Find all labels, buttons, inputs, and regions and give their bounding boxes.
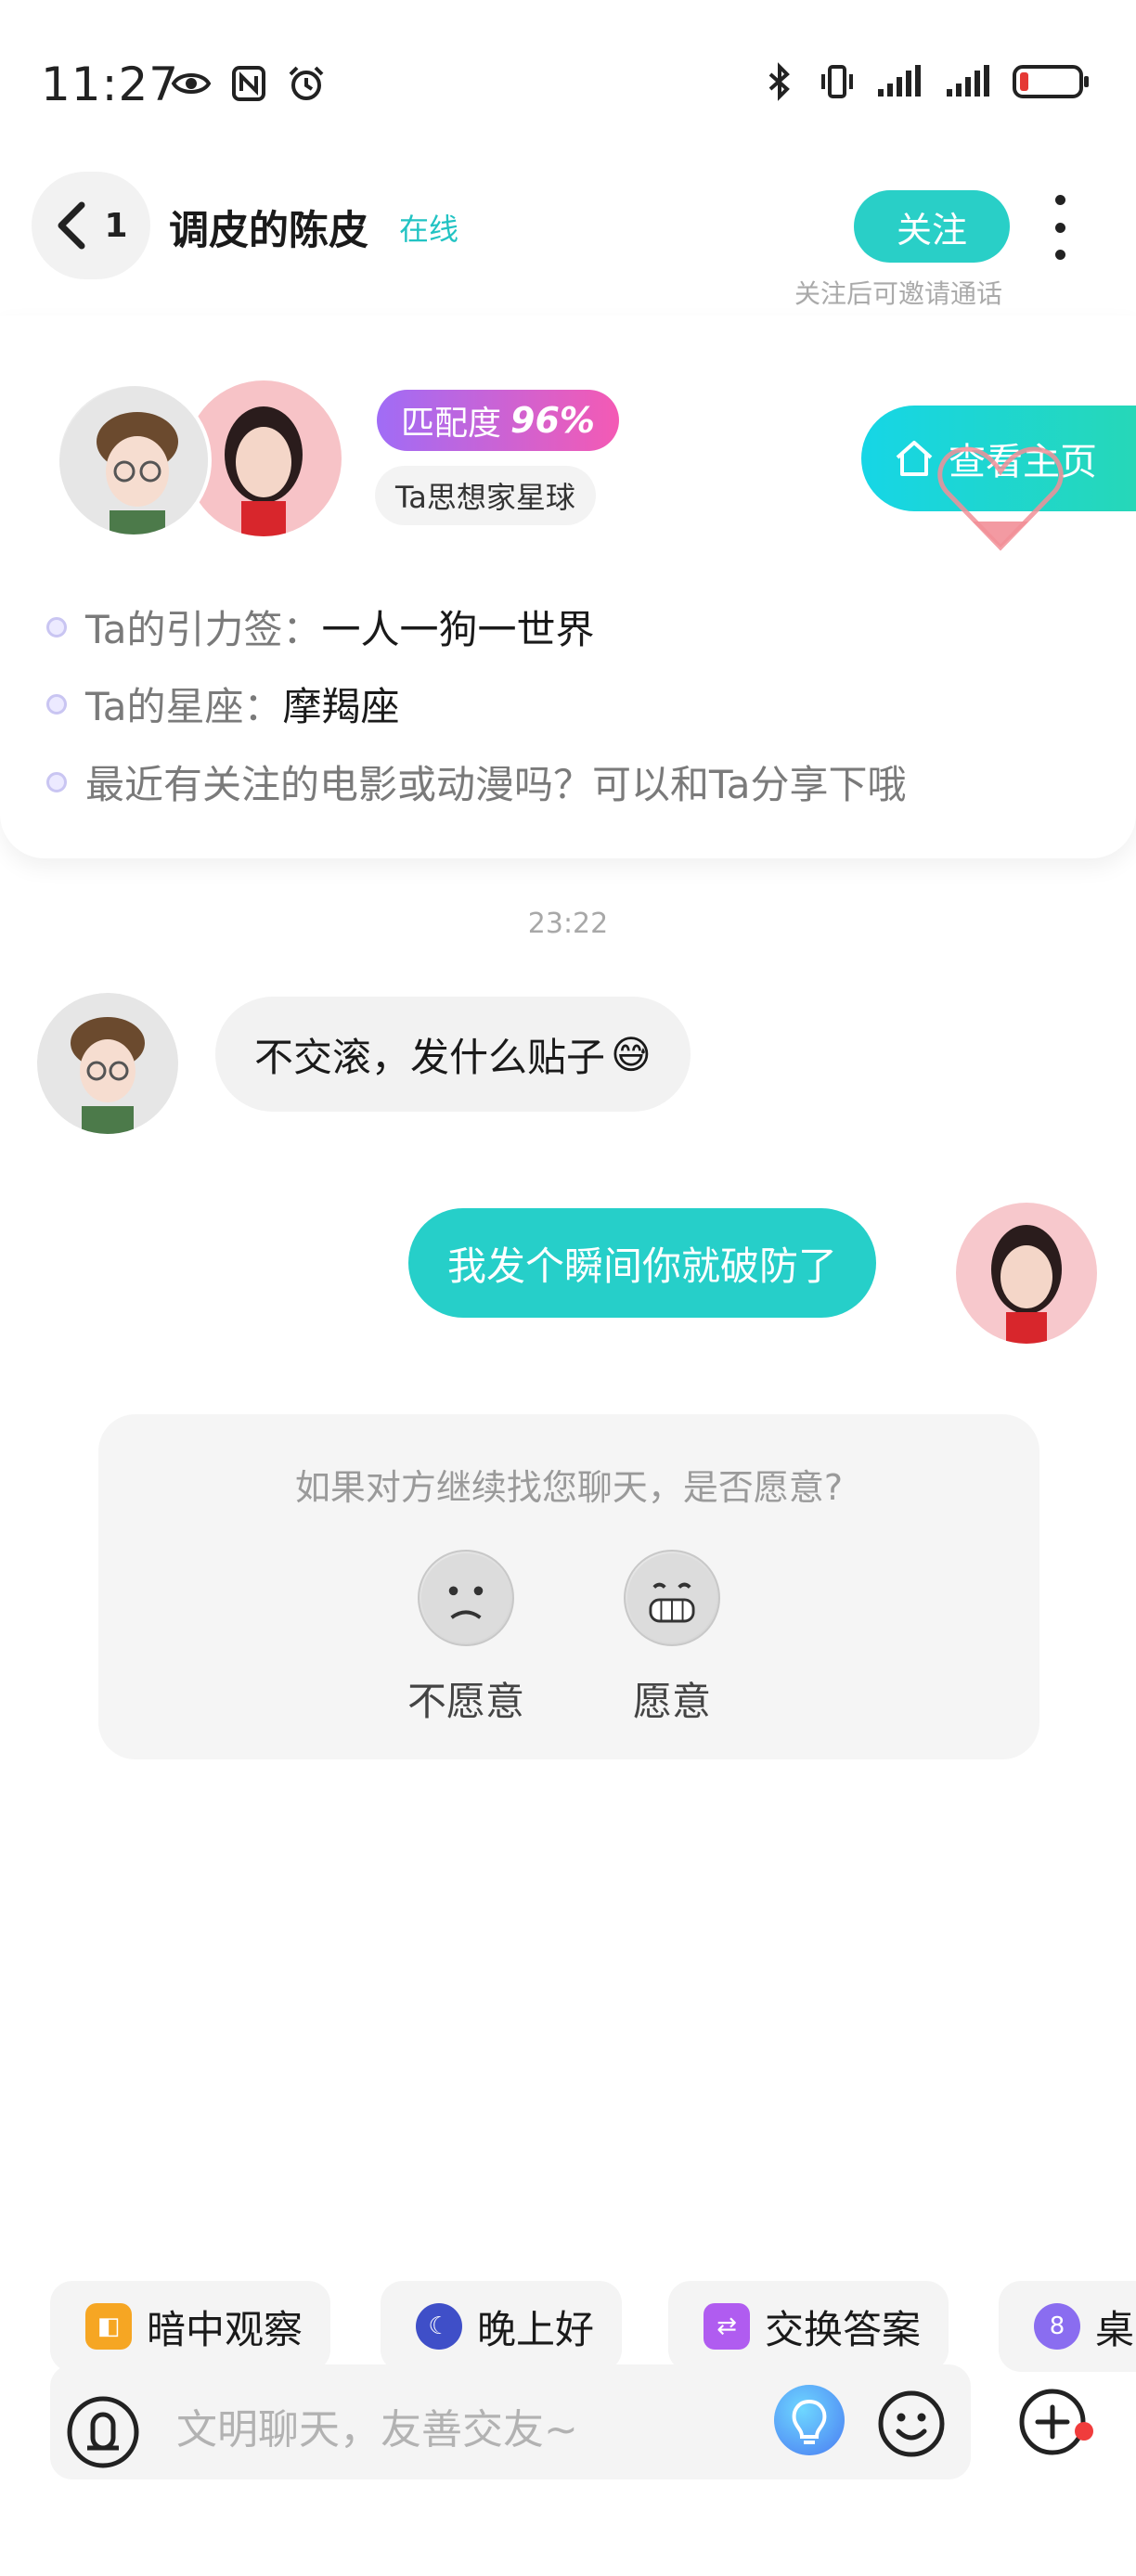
- online-status: 在线: [399, 212, 459, 247]
- signal-icon: [878, 65, 921, 97]
- heart-icon: [937, 446, 1064, 551]
- quick-reply-good-evening[interactable]: ☾ 晚上好: [381, 2281, 623, 2372]
- alarm-icon: [289, 66, 324, 100]
- vibrate-icon: [821, 65, 853, 98]
- eight-ball-icon: 8: [1034, 2303, 1080, 2350]
- grin-face-icon: [624, 1550, 720, 1646]
- nfc-icon: [232, 66, 265, 101]
- bullet-icon: [46, 771, 67, 792]
- message-text: 我发个瞬间你就破防了: [447, 1243, 838, 1289]
- match-badge: 匹配度 96%: [377, 390, 619, 451]
- battery-low-icon: [1013, 65, 1089, 98]
- chat-partner-name: 调皮的陈皮: [169, 208, 368, 254]
- quick-reply-label: 晚上好: [477, 2306, 595, 2352]
- message-timestamp: 23:22: [527, 908, 609, 940]
- unread-count: 1: [104, 206, 128, 245]
- info-row-tag: Ta的引力签： 一人一狗一世界: [46, 599, 594, 655]
- bullet-icon: [46, 616, 67, 638]
- partner-avatar[interactable]: [37, 993, 178, 1134]
- planet-tag: Ta思想家星球: [375, 466, 596, 525]
- moon-icon: ☾: [416, 2303, 462, 2350]
- sweat-smile-emoji: 😅: [611, 1031, 652, 1077]
- bluetooth-icon: [768, 62, 790, 101]
- message-bubble-received[interactable]: 不交滚，发什么贴子 😅: [215, 997, 691, 1112]
- info-key: Ta的引力签：: [85, 607, 322, 652]
- add-attachment-icon[interactable]: [1017, 2387, 1088, 2457]
- willing-option[interactable]: [624, 1550, 720, 1650]
- bullet-icon: [46, 693, 67, 715]
- info-row-zodiac: Ta的星座： 摩羯座: [46, 676, 399, 732]
- quick-reply-label: 暗中观察: [147, 2306, 303, 2352]
- info-value: 一人一狗一世界: [321, 607, 595, 652]
- home-icon: [896, 441, 933, 476]
- message-input[interactable]: 文明聊天，友善交友~: [176, 2396, 578, 2455]
- quick-reply-swap-answers[interactable]: ⇄ 交换答案: [668, 2281, 949, 2372]
- quick-reply-peek[interactable]: ◧ 暗中观察: [50, 2281, 331, 2372]
- status-time: 11:27: [41, 58, 180, 111]
- follow-hint: 关注后可邀请通话: [794, 278, 1003, 309]
- peek-cat-icon: ◧: [85, 2303, 132, 2350]
- unwilling-label[interactable]: 不愿意: [373, 1670, 559, 1727]
- avatar-pair: [56, 380, 353, 538]
- voice-toggle-icon[interactable]: [65, 2394, 141, 2470]
- signal-icon: [947, 65, 989, 97]
- notification-dot: [1075, 2422, 1093, 2441]
- quick-reply-table[interactable]: 8 桌: [999, 2281, 1136, 2372]
- status-icons-left: [171, 63, 327, 104]
- more-options-icon[interactable]: [1041, 195, 1078, 260]
- info-row-prompt: 最近有关注的电影或动漫吗？可以和Ta分享下哦: [46, 753, 906, 810]
- match-value: 96%: [510, 400, 595, 441]
- info-key: Ta的星座：: [85, 684, 283, 729]
- emoji-icon[interactable]: [876, 2389, 947, 2459]
- message-bubble-sent[interactable]: 我发个瞬间你就破防了: [408, 1208, 877, 1318]
- match-label: 匹配度: [401, 405, 502, 443]
- info-value: 摩羯座: [282, 684, 400, 729]
- quick-reply-label: 桌: [1095, 2306, 1135, 2352]
- eye-icon: [171, 73, 212, 94]
- info-prompt: 最近有关注的电影或动漫吗？可以和Ta分享下哦: [85, 762, 907, 807]
- message-text: 不交滚，发什么贴子: [254, 1034, 606, 1080]
- willing-label[interactable]: 愿意: [579, 1670, 765, 1727]
- ai-assistant-icon[interactable]: [774, 2385, 845, 2455]
- sad-face-icon: [418, 1550, 514, 1646]
- chevron-left-icon: [58, 201, 85, 250]
- back-button[interactable]: 1: [32, 172, 150, 279]
- willingness-question: 如果对方继续找您聊天，是否愿意?: [294, 1467, 844, 1508]
- swap-icon: ⇄: [704, 2303, 750, 2350]
- my-avatar[interactable]: [956, 1203, 1097, 1344]
- follow-button[interactable]: 关注: [854, 190, 1010, 263]
- unwilling-option[interactable]: [418, 1550, 514, 1650]
- status-icons-right: [759, 61, 1090, 102]
- quick-reply-label: 交换答案: [765, 2306, 922, 2352]
- partner-avatar: [56, 382, 212, 538]
